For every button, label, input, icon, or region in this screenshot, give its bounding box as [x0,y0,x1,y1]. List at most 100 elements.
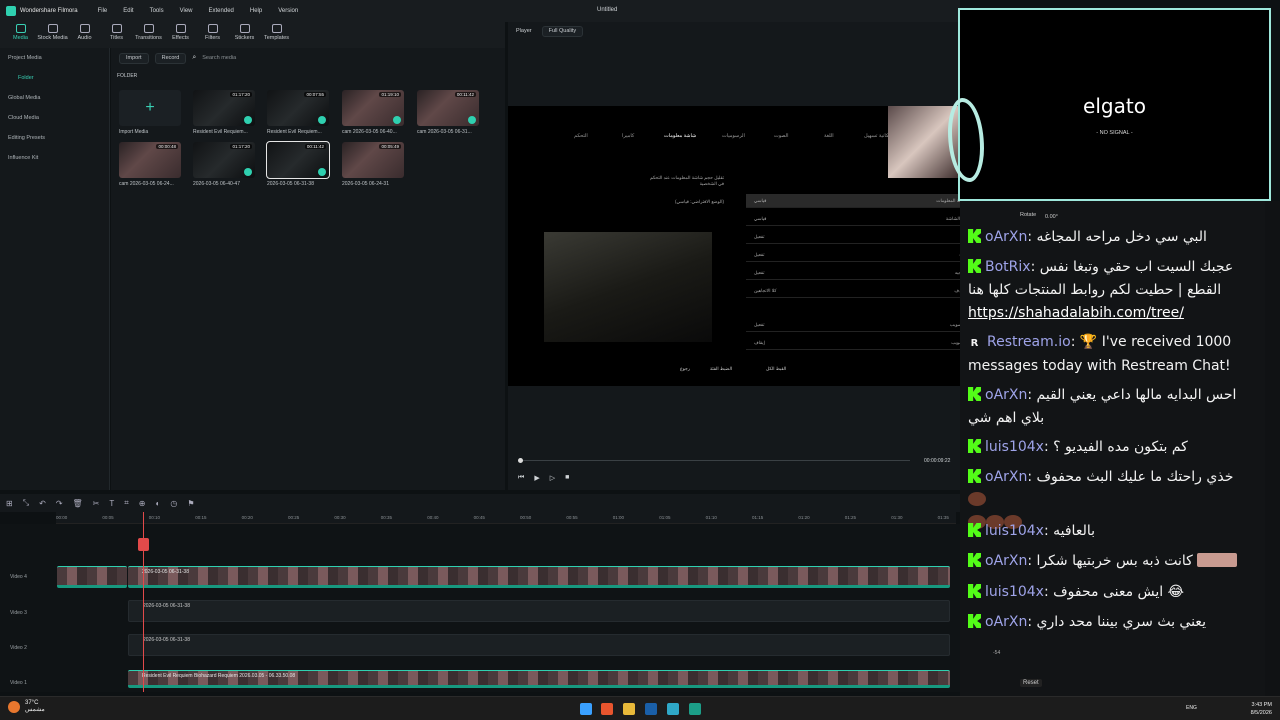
sidebar-item-project-media[interactable]: Project Media [0,48,109,68]
stop-icon[interactable]: ■ [565,474,569,482]
sidebar-item-folder[interactable]: Folder [0,68,109,88]
folder-label: FOLDER [117,73,138,79]
elgato-capture-overlay: elgato - NO SIGNAL - [948,8,1271,201]
media-card-selected[interactable]: 00:11:42 2026-03-05 06-31-38 [266,141,330,187]
kick-badge-icon [968,584,981,598]
media-panel: Import Record ⌕ Search media FOLDER + Im… [111,48,505,490]
player-topbar: Player Full Quality [508,22,960,40]
prev-frame-icon[interactable]: ⏮ [518,474,524,482]
media-card[interactable]: 00:00:48 cam 2026-03-05 06-24... [119,142,181,187]
tool-templates[interactable]: Templates [264,22,289,48]
media-card[interactable]: 01:17:20 Resident Evil Requiem... [193,90,255,135]
clip-video-2[interactable]: 2026-03-05 06-31-38 [128,634,950,656]
split-icon[interactable]: ✂ [93,499,100,508]
kick-badge-icon [968,553,981,567]
chat-link[interactable]: https://shahadalabih.com/tree/ [968,305,1184,321]
reset-button[interactable]: Reset [1020,679,1042,687]
menu-extended[interactable]: Extended [209,8,234,14]
restream-badge-icon: R [970,338,979,349]
play-forward-icon[interactable]: ▷ [550,474,555,482]
menu-help[interactable]: Help [250,8,262,14]
check-icon [393,116,401,124]
clip-video-4[interactable]: 2026-03-05 06-31-38 [128,566,950,588]
quality-select[interactable]: Full Quality [541,25,584,37]
crop-icon[interactable]: ⌗ [124,498,129,508]
tool-stickers[interactable]: Stickers [232,22,257,48]
layout-icon[interactable]: ⊞ [6,499,13,508]
clock[interactable]: 3:43 PM 8/5/2026 [1251,701,1272,717]
sidebar-item-global-media[interactable]: Global Media [0,88,109,108]
kick-badge-icon [968,614,981,628]
marker-icon[interactable]: ⚑ [187,499,194,508]
ruler-tick: 00:50 [520,515,532,520]
delete-icon[interactable]: 🗑 [73,499,83,508]
menu-edit[interactable]: Edit [123,8,133,14]
language-indicator[interactable]: ENG [1186,705,1197,711]
tool-transitions[interactable]: Transitions [135,22,162,48]
weather-widget[interactable]: 37°C مشمس [8,700,45,714]
kick-badge-icon [968,523,981,537]
brave-icon[interactable] [601,703,613,715]
steam-icon[interactable] [645,703,657,715]
ruler-tick: 00:25 [288,515,300,520]
timeline-ruler[interactable]: 00:00 00:05 00:10 00:15 00:20 00:25 00:30 00:35… [56,512,956,524]
audio-icon [79,24,90,33]
zoom-icon[interactable]: ⊕ [139,499,146,508]
progress-handle[interactable] [518,458,523,463]
text-icon[interactable]: T [109,499,114,508]
kick-badge-icon [968,387,981,401]
check-icon [468,116,476,124]
tool-audio[interactable]: Audio [72,22,97,48]
tool-titles[interactable]: Titles [104,22,129,48]
app-icon[interactable] [667,703,679,715]
check-icon [244,116,252,124]
menu-file[interactable]: File [98,8,108,14]
media-card[interactable]: 00:07:55 Resident Evil Requiem... [267,90,329,135]
clip-video-3[interactable]: 2026-03-05 06-31-38 [128,600,950,622]
clip-video-1[interactable]: Resident Evil Requiem Biohazard Requiem … [128,670,950,688]
video-preview[interactable]: التحكم كاميرا شاشة معلومات الرسوميات الص… [508,106,986,386]
color-icon[interactable]: ◐ [155,499,160,508]
record-button[interactable]: Record [154,52,187,64]
select-icon[interactable]: ⤡ [23,498,29,508]
emote-icon [968,492,986,506]
media-card[interactable]: 00:11:42 cam 2026-03-05 06-31... [417,90,479,135]
ruler-tick: 00:05 [102,515,114,520]
play-icon[interactable]: ▶ [534,474,539,482]
sidebar-item-influence-kit[interactable]: Influence Kit [0,148,109,168]
filmora-taskbar-icon[interactable] [689,703,701,715]
ruler-tick: 00:45 [473,515,485,520]
tool-effects[interactable]: Effects [168,22,193,48]
menu-tools[interactable]: Tools [150,8,164,14]
menu-view[interactable]: View [180,8,193,14]
chat-message: R Restream.io: 🏆 I've received 1000 messa… [968,334,1232,374]
redo-icon[interactable]: ↷ [56,499,63,508]
import-button[interactable]: Import [119,52,149,64]
ruler-tick: 01:30 [891,515,903,520]
playhead-handle[interactable] [138,538,149,551]
ruler-tick: 00:40 [427,515,439,520]
main-toolbar: Media Stock Media Audio Titles Transitio… [0,22,505,48]
undo-icon[interactable]: ↶ [39,499,46,508]
media-card[interactable]: 01:19:10 cam 2026-03-05 06-40... [342,90,404,135]
ruler-tick: 01:25 [844,515,857,520]
clip-video-4-head[interactable] [57,566,127,588]
tool-stock-media[interactable]: Stock Media [37,22,68,48]
speed-icon[interactable]: ◷ [170,499,177,508]
media-card[interactable]: 01:17:20 2026-03-05 06-40-47 [193,142,255,187]
tool-filters[interactable]: Filters [200,22,225,48]
rotate-label: Rotate [1020,212,1037,218]
tool-media[interactable]: Media [8,22,33,48]
import-media-card[interactable]: + Import Media [119,90,181,135]
playback-progress[interactable] [518,458,910,463]
start-icon[interactable] [580,703,592,715]
menu-version[interactable]: Version [278,8,298,14]
search-input[interactable]: Search media [202,55,236,61]
sidebar-item-cloud-media[interactable]: Cloud Media [0,108,109,128]
file-explorer-icon[interactable] [623,703,635,715]
media-card[interactable]: 00:05:49 2026-03-05 06-24-31 [342,142,404,187]
game-scene-image [544,232,712,342]
sidebar-item-editing-presets[interactable]: Editing Presets [0,128,109,148]
media-topbar: Import Record ⌕ Search media [111,48,505,68]
check-icon [244,168,252,176]
